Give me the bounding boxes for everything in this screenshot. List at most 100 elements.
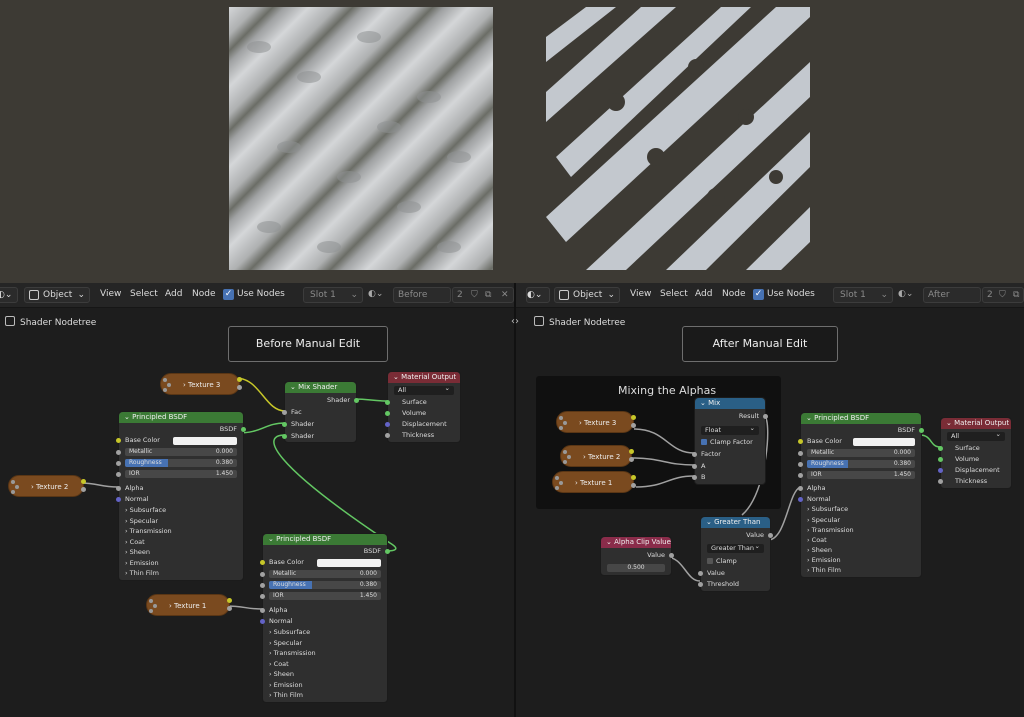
texture-3-node[interactable]: › Texture 3 <box>160 373 242 395</box>
principled-bsdf-node-a[interactable]: ⌄ Principled BSDF BSDF Base Color Metall… <box>116 411 246 581</box>
menu-add[interactable]: Add <box>695 289 712 299</box>
material-output-node[interactable]: ⌄ Material Output All Surface Volume Dis… <box>938 417 1012 489</box>
panel-specular[interactable]: › Specular <box>269 639 381 648</box>
chevron-down-icon: ⌄ <box>880 290 888 300</box>
node-editor-before[interactable]: ◐⌄ Object ⌄ View Select Add Node ✓ Use No… <box>0 283 514 717</box>
mode-dropdown[interactable]: Object ⌄ <box>554 287 620 303</box>
principled-bsdf-node-b[interactable]: ⌄ Principled BSDF BSDF Base Color Metall… <box>260 533 390 703</box>
texture-2-node[interactable]: › Texture 2 <box>560 445 634 467</box>
menu-select[interactable]: Select <box>660 289 688 299</box>
metallic-field[interactable]: Metallic 0.000 <box>125 448 237 456</box>
clamp-checkbox[interactable]: Clamp <box>707 557 764 566</box>
alpha-clip-value-field[interactable]: 0.500 <box>607 564 665 572</box>
principled-bsdf-node[interactable]: ⌄ Principled BSDF BSDF Base Color Metall… <box>798 412 924 578</box>
texture-1-node[interactable]: › Texture 1 <box>146 594 232 616</box>
panel-transmission[interactable]: › Transmission <box>125 527 237 536</box>
use-nodes-label: Use Nodes <box>237 289 285 299</box>
roughness-field[interactable]: Roughness 0.380 <box>269 581 381 589</box>
editor-header: ◐⌄ Object ⌄ View Select Add Node ✓ Use No… <box>0 283 514 308</box>
frame-before-manual-edit[interactable]: Before Manual Edit <box>228 326 388 362</box>
duplicate-icon[interactable]: ⧉ <box>1013 288 1019 302</box>
mode-dropdown[interactable]: Object ⌄ <box>24 287 90 303</box>
panel-subsurface[interactable]: › Subsurface <box>807 505 915 514</box>
editor-type-icon: ◐⌄ <box>0 290 13 300</box>
panel-subsurface[interactable]: › Subsurface <box>125 506 237 515</box>
panel-transmission[interactable]: › Transmission <box>807 526 915 535</box>
menu-node[interactable]: Node <box>192 289 216 299</box>
editor-type-button[interactable]: ◐⌄ <box>0 287 18 303</box>
panel-thin-film[interactable]: › Thin Film <box>125 569 237 578</box>
viewport-preview <box>0 0 1024 283</box>
panel-coat[interactable]: › Coat <box>807 536 915 545</box>
base-color-swatch[interactable] <box>853 438 915 446</box>
texture-1-node[interactable]: › Texture 1 <box>552 471 636 493</box>
panel-sheen[interactable]: › Sheen <box>807 546 915 555</box>
menu-select[interactable]: Select <box>130 289 158 299</box>
use-nodes-checkbox[interactable]: ✓ <box>223 289 234 300</box>
ior-field[interactable]: IOR 1.450 <box>269 592 381 600</box>
duplicate-icon[interactable]: ⧉ <box>485 288 491 302</box>
roughness-field[interactable]: Roughness 0.380 <box>125 459 237 467</box>
node-editor-after[interactable]: ◐⌄ Object ⌄ View Select Add Node ✓ Use No… <box>516 283 1024 717</box>
material-users[interactable]: 2 ⛉ ⧉ <box>982 287 1024 303</box>
object-icon <box>559 290 569 300</box>
ior-field[interactable]: IOR 1.450 <box>125 470 237 478</box>
material-browse-icon[interactable]: ◐⌄ <box>898 287 913 301</box>
breadcrumb: Shader Nodetree <box>5 316 96 328</box>
chevron-down-icon: ⌄ <box>290 383 299 391</box>
material-users[interactable]: 2 ⛉ ⧉ ✕ <box>452 287 514 303</box>
chevron-down-icon: ⌄ <box>393 373 402 381</box>
mix-type-select[interactable]: Float <box>701 424 759 435</box>
panel-thin-film[interactable]: › Thin Film <box>807 566 915 575</box>
frame-after-manual-edit[interactable]: After Manual Edit <box>682 326 838 362</box>
menu-node[interactable]: Node <box>722 289 746 299</box>
breadcrumb: Shader Nodetree <box>534 316 625 328</box>
shield-icon[interactable]: ⛉ <box>471 288 478 302</box>
material-browse-icon[interactable]: ◐⌄ <box>368 287 383 301</box>
output-target-select[interactable]: All <box>394 384 454 395</box>
menu-view[interactable]: View <box>630 289 651 299</box>
menu-view[interactable]: View <box>100 289 121 299</box>
panel-coat[interactable]: › Coat <box>125 538 237 547</box>
greater-than-node[interactable]: ⌄ Greater Than Value Greater Than Clamp … <box>698 516 773 592</box>
editor-type-icon: ◐⌄ <box>527 290 543 300</box>
metallic-field[interactable]: Metallic 0.000 <box>269 570 381 578</box>
panel-sheen[interactable]: › Sheen <box>269 670 381 679</box>
alpha-clip-value-node[interactable]: ⌄ Alpha Clip Value Value 0.500 <box>600 536 674 576</box>
editor-header: ◐⌄ Object ⌄ View Select Add Node ✓ Use No… <box>516 283 1024 308</box>
metallic-field[interactable]: Metallic 0.000 <box>807 449 915 457</box>
base-color-swatch[interactable] <box>173 437 237 445</box>
material-output-node[interactable]: ⌄ Material Output All Surface Volume Dis… <box>385 371 461 443</box>
material-name-field[interactable]: After <box>923 287 981 303</box>
material-name-field[interactable]: Before <box>393 287 451 303</box>
panel-specular[interactable]: › Specular <box>807 516 915 525</box>
ior-field[interactable]: IOR 1.450 <box>807 471 915 479</box>
use-nodes-checkbox[interactable]: ✓ <box>753 289 764 300</box>
editor-type-button[interactable]: ◐⌄ <box>526 287 550 303</box>
panel-subsurface[interactable]: › Subsurface <box>269 628 381 637</box>
panel-coat[interactable]: › Coat <box>269 660 381 669</box>
mix-node[interactable]: ⌄ Mix Result Float Clamp Factor Factor A… <box>692 397 768 485</box>
panel-transmission[interactable]: › Transmission <box>269 649 381 658</box>
shield-icon[interactable]: ⛉ <box>999 288 1006 302</box>
slot-dropdown[interactable]: Slot 1 ⌄ <box>833 287 893 303</box>
math-operation-select[interactable]: Greater Than <box>707 542 764 553</box>
texture-2-node[interactable]: › Texture 2 <box>8 475 86 497</box>
object-icon <box>29 290 39 300</box>
slot-dropdown[interactable]: Slot 1 ⌄ <box>303 287 363 303</box>
panel-emission[interactable]: › Emission <box>807 556 915 565</box>
clamp-factor-checkbox[interactable]: Clamp Factor <box>701 438 759 447</box>
close-icon[interactable]: ✕ <box>501 288 509 302</box>
texture-3-node[interactable]: › Texture 3 <box>556 411 636 433</box>
base-color-swatch[interactable] <box>317 559 381 567</box>
panel-specular[interactable]: › Specular <box>125 517 237 526</box>
menu-add[interactable]: Add <box>165 289 182 299</box>
panel-thin-film[interactable]: › Thin Film <box>269 691 381 700</box>
output-target-select[interactable]: All <box>947 430 1005 441</box>
panel-sheen[interactable]: › Sheen <box>125 548 237 557</box>
roughness-field[interactable]: Roughness 0.380 <box>807 460 915 468</box>
swap-areas-icon[interactable]: ‹› <box>511 316 519 327</box>
panel-emission[interactable]: › Emission <box>125 559 237 568</box>
panel-emission[interactable]: › Emission <box>269 681 381 690</box>
mix-shader-node[interactable]: ⌄ Mix Shader Shader Fac Shader Shader <box>282 381 359 443</box>
